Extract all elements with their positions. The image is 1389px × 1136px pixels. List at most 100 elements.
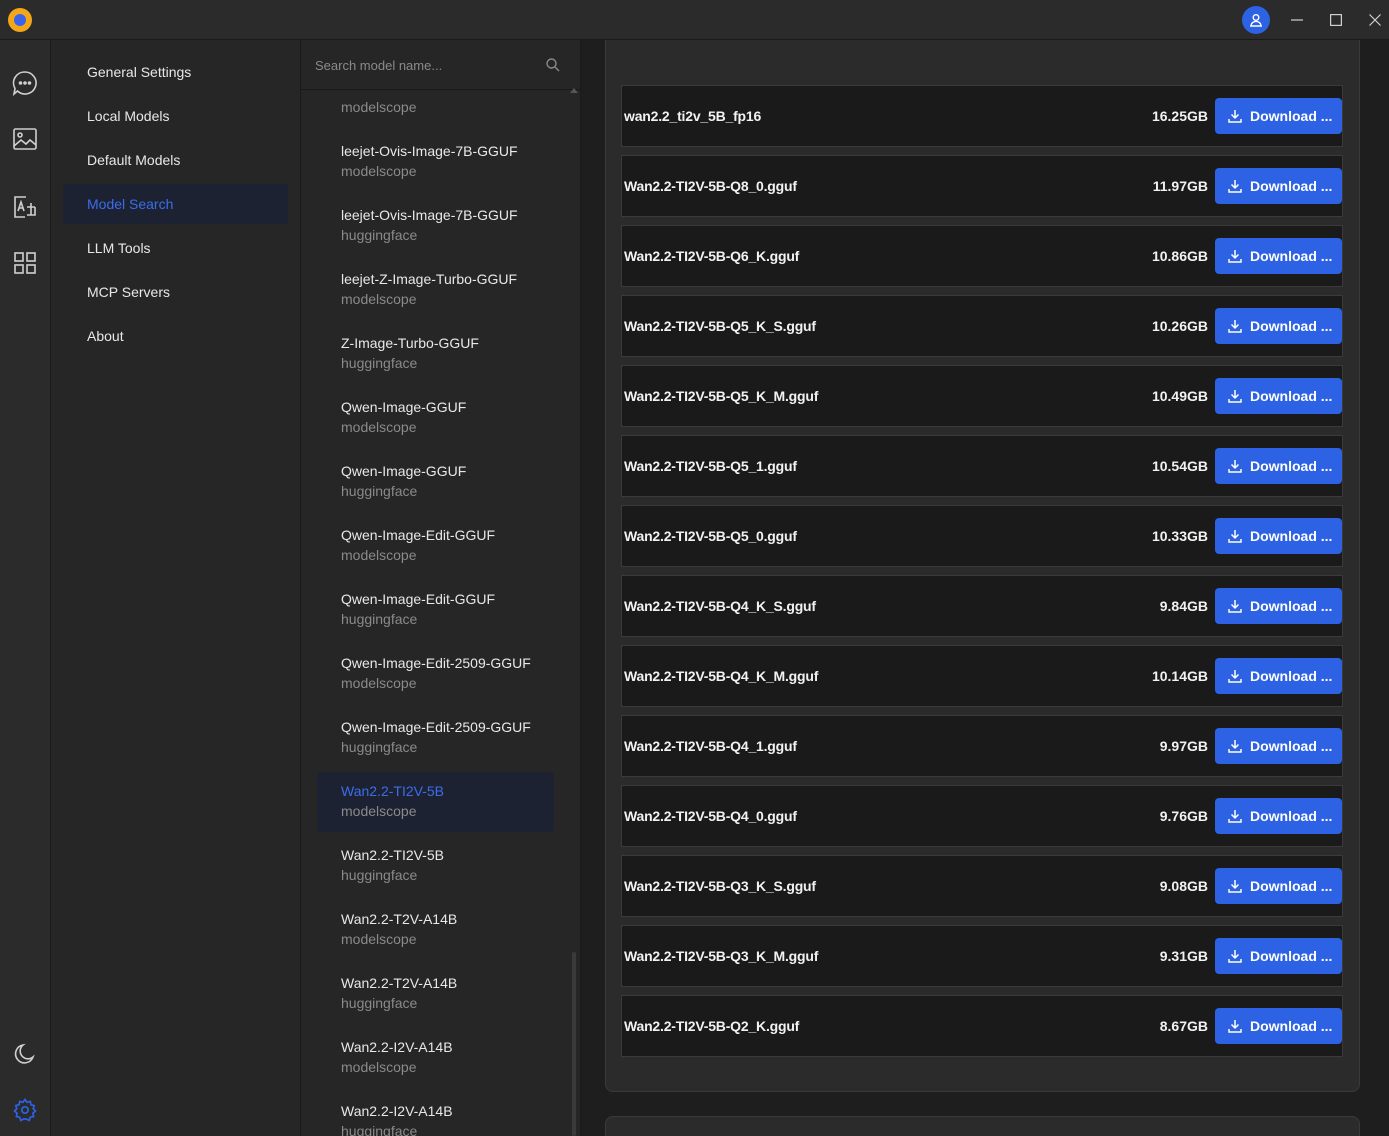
model-list-item[interactable]: Wan2.2-T2V-A14B huggingface <box>317 964 554 1024</box>
model-list-item[interactable]: Z-Image-Turbo-GGUF huggingface <box>317 324 554 384</box>
scroll-up-arrow-icon[interactable] <box>570 88 578 93</box>
model-source: modelscope <box>341 803 417 819</box>
file-size: 9.97GB <box>1159 738 1208 754</box>
model-list-item[interactable]: Wan2.2-TI2V-5B modelscope <box>317 772 554 832</box>
settings-gear-icon[interactable] <box>11 1096 39 1124</box>
moon-icon[interactable] <box>11 1040 39 1068</box>
nav-item-llm-tools[interactable]: LLM Tools <box>63 228 288 268</box>
model-source: huggingface <box>341 1123 418 1136</box>
nav-item-model-search[interactable]: Model Search <box>63 184 288 224</box>
download-icon <box>1228 600 1242 613</box>
nav-item-general-settings[interactable]: General Settings <box>63 52 288 92</box>
model-name: Wan2.2-I2V-A14B <box>341 1039 453 1055</box>
download-button[interactable]: Download ... <box>1215 1008 1342 1044</box>
model-list-item[interactable]: Wan2.2-I2V-A14B modelscope <box>317 1028 554 1088</box>
nav-item-label: LLM Tools <box>87 240 151 256</box>
model-list-item[interactable]: leejet-Z-Image-Turbo-GGUF modelscope <box>317 260 554 320</box>
file-size: 11.97GB <box>1152 178 1208 194</box>
download-button-label: Download ... <box>1250 178 1333 194</box>
maximize-button[interactable] <box>1316 0 1356 40</box>
close-button[interactable] <box>1355 0 1389 40</box>
model-source: huggingface <box>341 355 418 371</box>
model-file-row: Wan2.2-TI2V-5B-Q6_K.gguf 10.86GB Download … <box>621 225 1343 287</box>
model-list-item[interactable]: Wan2.2-TI2V-5B huggingface <box>317 836 554 896</box>
nav-item-default-models[interactable]: Default Models <box>63 140 288 180</box>
model-source: modelscope <box>341 1059 417 1075</box>
download-icon <box>1228 390 1242 403</box>
search-icon[interactable] <box>545 57 561 73</box>
download-icon <box>1228 1020 1242 1033</box>
nav-item-about[interactable]: About <box>63 316 288 356</box>
download-icon <box>1228 180 1242 193</box>
download-button[interactable]: Download ... <box>1215 518 1342 554</box>
download-button[interactable]: Download ... <box>1215 728 1342 764</box>
file-size: 9.31GB <box>1159 948 1208 964</box>
download-button[interactable]: Download ... <box>1215 168 1342 204</box>
download-button[interactable]: Download ... <box>1215 868 1342 904</box>
model-name: Qwen-Image-Edit-2509-GGUF <box>341 655 531 671</box>
nav-item-label: About <box>87 328 124 344</box>
image-icon[interactable] <box>11 125 39 153</box>
download-button[interactable]: Download ... <box>1215 938 1342 974</box>
settings-nav: General Settings Local Models Default Mo… <box>51 40 301 1136</box>
download-icon <box>1228 110 1242 123</box>
model-list-item[interactable]: Qwen-Image-Edit-GGUF modelscope <box>317 516 554 576</box>
model-file-row: Wan2.2-TI2V-5B-Q5_0.gguf 10.33GB Download … <box>621 505 1343 567</box>
maximize-icon <box>1330 14 1342 26</box>
model-file-row: wan2.2_ti2v_5B_fp16 16.25GB Download ... <box>621 85 1343 147</box>
download-button[interactable]: Download ... <box>1215 448 1342 484</box>
model-name: Wan2.2-I2V-A14B <box>341 1103 453 1119</box>
chat-icon[interactable] <box>11 69 39 97</box>
model-list-item[interactable]: Qwen-Image-GGUF modelscope <box>317 388 554 448</box>
download-button[interactable]: Download ... <box>1215 308 1342 344</box>
user-avatar-button[interactable] <box>1242 6 1270 34</box>
model-list-item[interactable]: leejet-Ovis-Image-7B-GGUF modelscope <box>317 132 554 192</box>
model-file-row: Wan2.2-TI2V-5B-Q4_K_M.gguf 10.14GB Downloa… <box>621 645 1343 707</box>
file-name: Wan2.2-TI2V-5B-Q5_0.gguf <box>624 528 797 544</box>
search-input[interactable] <box>315 53 535 77</box>
download-button[interactable]: Download ... <box>1215 98 1342 134</box>
model-list-item[interactable]: Wan2.2-I2V-A14B huggingface <box>317 1092 554 1136</box>
model-name: Wan2.2-T2V-A14B <box>341 975 458 991</box>
download-button[interactable]: Download ... <box>1215 588 1342 624</box>
model-source: huggingface <box>341 995 418 1011</box>
file-name: Wan2.2-TI2V-5B-Q3_K_S.gguf <box>624 878 816 894</box>
file-size: 9.84GB <box>1159 598 1208 614</box>
model-name: Qwen-Image-Edit-GGUF <box>341 591 496 607</box>
model-source: modelscope <box>341 675 417 691</box>
app-logo-icon <box>8 8 32 32</box>
download-button[interactable]: Download ... <box>1215 378 1342 414</box>
model-list-item[interactable]: Qwen-Image-Edit-GGUF huggingface <box>317 580 554 640</box>
apps-grid-icon[interactable] <box>11 249 39 277</box>
download-button[interactable]: Download ... <box>1215 798 1342 834</box>
model-list-item[interactable]: Qwen-Image-GGUF huggingface <box>317 452 554 512</box>
model-list-item[interactable]: Qwen-Image-Edit-2509-GGUF huggingface <box>317 708 554 768</box>
model-list-scrollbar[interactable] <box>572 952 576 1136</box>
download-icon <box>1228 530 1242 543</box>
model-source: modelscope <box>341 547 417 563</box>
file-name: Wan2.2-TI2V-5B-Q3_K_M.gguf <box>624 948 819 964</box>
icon-rail <box>0 40 51 1136</box>
file-size: 10.26GB <box>1151 318 1208 334</box>
model-list-panel: modelscope leejet-Ovis-Image-7B-GGUF model… <box>301 40 581 1136</box>
nav-item-local-models[interactable]: Local Models <box>63 96 288 136</box>
model-source: modelscope <box>341 931 417 947</box>
download-button-label: Download ... <box>1250 318 1333 334</box>
model-file-row: Wan2.2-TI2V-5B-Q8_0.gguf 11.97GB Download … <box>621 155 1343 217</box>
nav-item-mcp-servers[interactable]: MCP Servers <box>63 272 288 312</box>
model-list-item[interactable]: modelscope <box>317 90 554 128</box>
nav-item-label: General Settings <box>87 64 192 80</box>
minimize-button[interactable] <box>1277 0 1317 40</box>
model-list-item[interactable]: Qwen-Image-Edit-2509-GGUF modelscope <box>317 644 554 704</box>
file-size: 10.49GB <box>1151 388 1208 404</box>
model-source: huggingface <box>341 611 418 627</box>
download-button[interactable]: Download ... <box>1215 238 1342 274</box>
model-list-item[interactable]: leejet-Ovis-Image-7B-GGUF huggingface <box>317 196 554 256</box>
download-button-label: Download ... <box>1250 248 1333 264</box>
model-name: leejet-Z-Image-Turbo-GGUF <box>341 271 518 287</box>
file-name: Wan2.2-TI2V-5B-Q6_K.gguf <box>624 248 800 264</box>
file-name: Wan2.2-TI2V-5B-Q4_K_M.gguf <box>624 668 819 684</box>
model-list-item[interactable]: Wan2.2-T2V-A14B modelscope <box>317 900 554 960</box>
image-edit-icon[interactable] <box>11 193 39 221</box>
download-button[interactable]: Download ... <box>1215 658 1342 694</box>
